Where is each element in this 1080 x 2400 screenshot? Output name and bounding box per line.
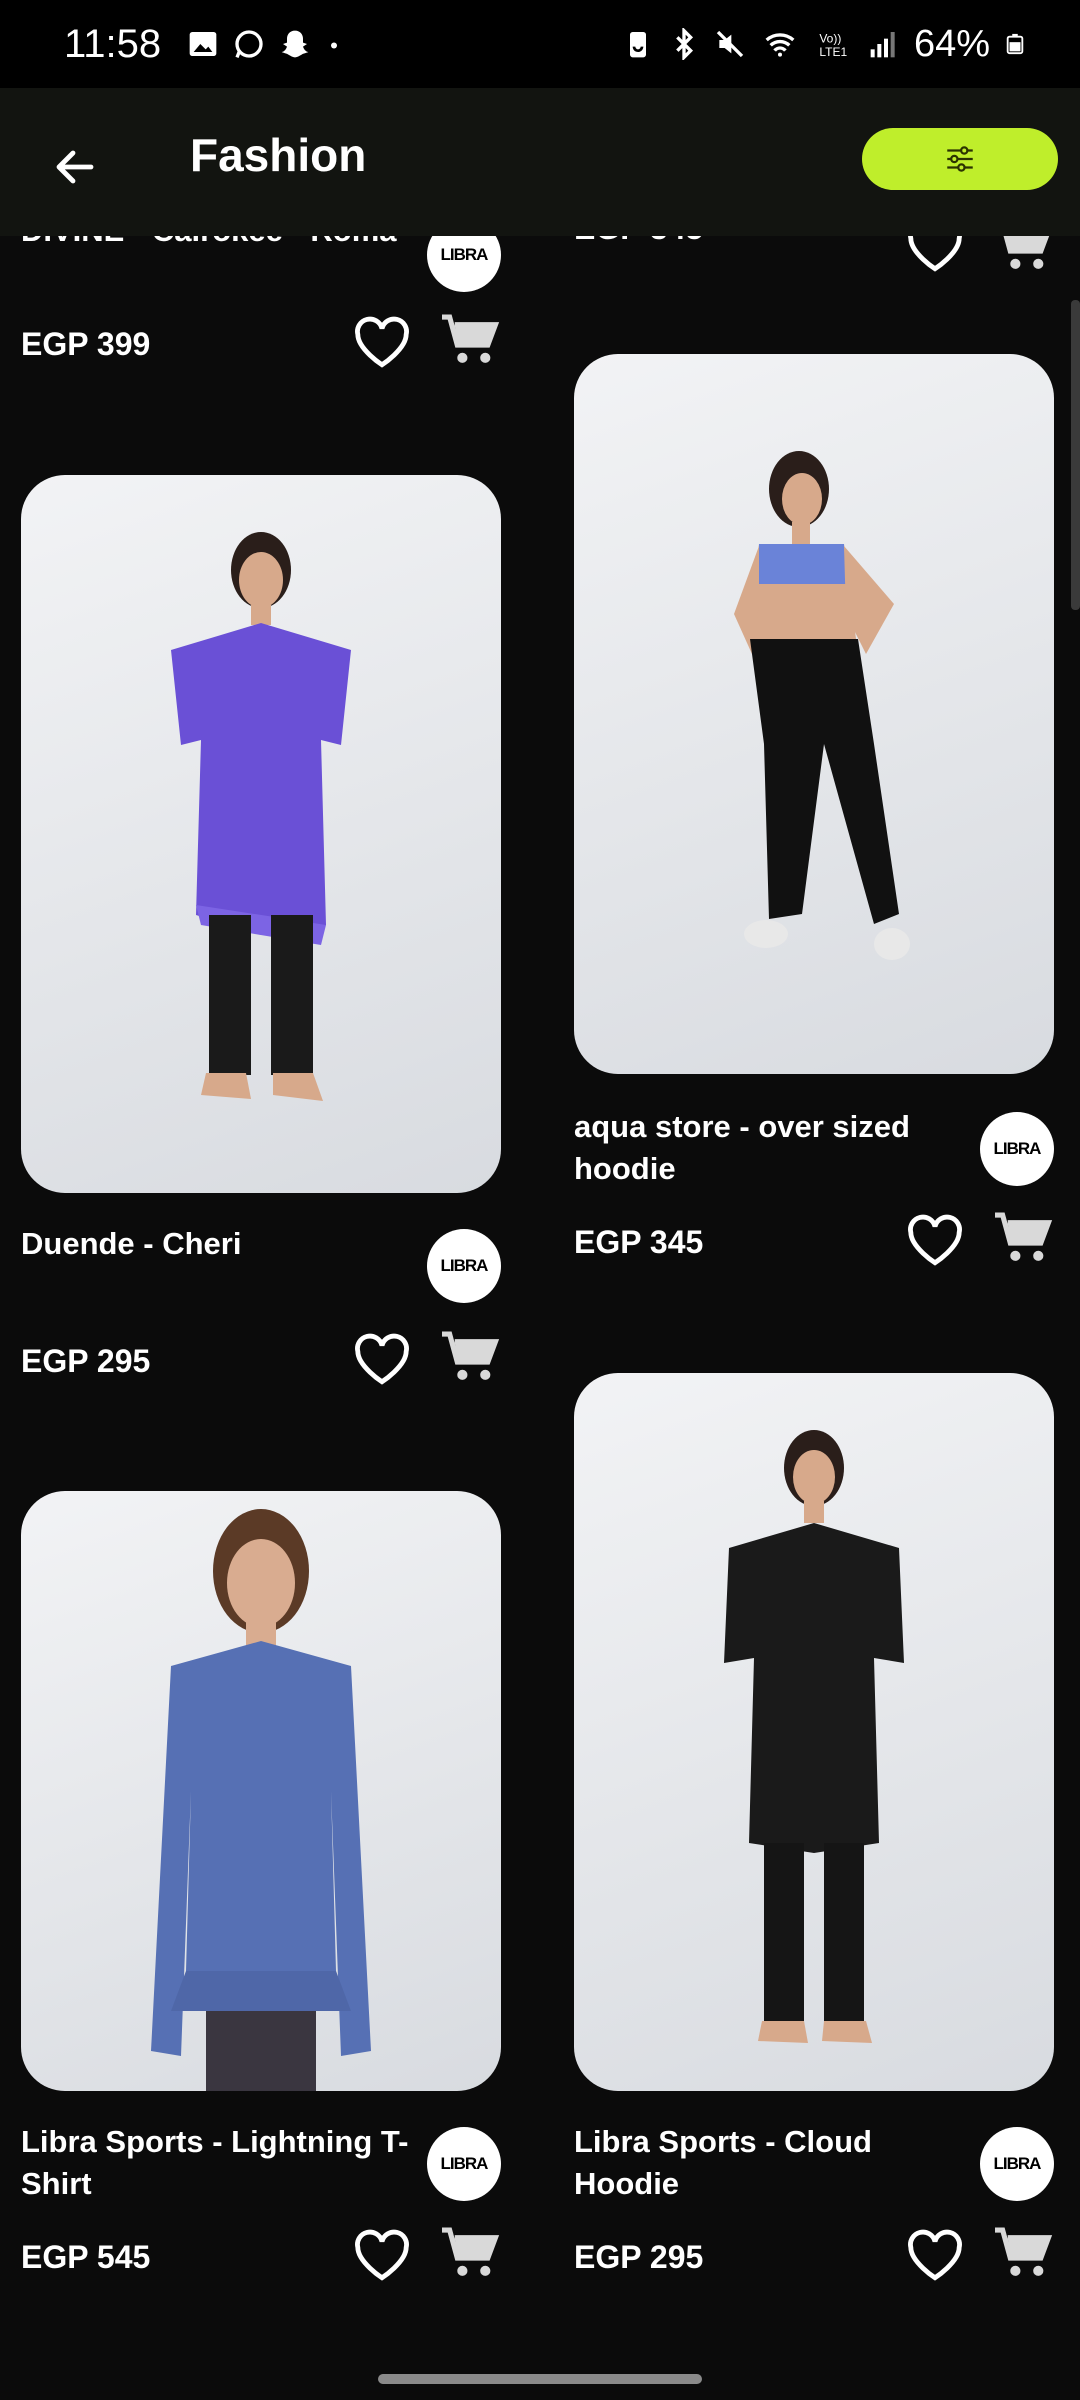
battery-percentage: 64% (913, 22, 990, 65)
heart-icon[interactable] (353, 316, 411, 370)
model-sports-bra-image (734, 451, 910, 960)
snapchat-icon (281, 30, 309, 58)
heart-icon[interactable] (906, 1214, 964, 1268)
clock: 11:58 (64, 21, 162, 66)
model-blue-longsleeve-image (151, 1509, 371, 2091)
whatsapp-icon (235, 30, 263, 58)
app-bar: Fashion (0, 88, 1080, 236)
product-image[interactable] (21, 1491, 501, 2091)
brand-logo: LIBRA (980, 1112, 1054, 1186)
brand-logo: LIBRA (980, 2127, 1054, 2201)
product-price: EGP 295 (21, 1343, 151, 1379)
heart-icon[interactable] (353, 1333, 411, 1387)
arrow-left-icon (56, 150, 94, 184)
product-name: Duende - Cheri (21, 1226, 242, 1261)
cart-icon[interactable] (439, 312, 501, 368)
scrollbar[interactable] (1071, 300, 1080, 610)
heart-icon[interactable] (353, 2229, 411, 2283)
model-purple-tunic-image (171, 532, 351, 1101)
product-name: aqua store - over sized hoodie (574, 1109, 910, 1186)
home-indicator[interactable] (378, 2374, 702, 2384)
product-grid: DIVINE - Cairokee - Roma LIBRA EGP 399 E… (0, 0, 1080, 2400)
heart-icon[interactable] (906, 2229, 964, 2283)
product-image[interactable] (574, 354, 1054, 1074)
brand-logo: LIBRA (427, 1229, 501, 1303)
product-image[interactable] (574, 1373, 1054, 2091)
mute-icon (716, 30, 744, 58)
filter-button[interactable] (862, 128, 1058, 190)
page-title: Fashion (190, 129, 367, 181)
notification-dot-icon (331, 42, 338, 49)
signal-icon (870, 32, 895, 58)
cart-icon[interactable] (439, 2225, 501, 2281)
product-name: Libra Sports - Lightning T-Shirt (21, 2124, 409, 2201)
cart-icon[interactable] (992, 1210, 1054, 1266)
gallery-icon (189, 32, 217, 56)
battery-icon (1006, 33, 1024, 55)
battery-saver-icon (629, 32, 646, 58)
volte-icon: Vo))LTE1 (819, 32, 847, 59)
product-name: Libra Sports - Cloud Hoodie (574, 2124, 872, 2201)
cart-icon[interactable] (992, 2225, 1054, 2281)
status-bar: 11:58 Vo)) LTE1 64% (0, 0, 1080, 88)
bluetooth-icon (676, 28, 693, 60)
brand-logo: LIBRA (427, 2127, 501, 2201)
wifi-icon (765, 33, 795, 57)
cart-icon[interactable] (439, 1329, 501, 1385)
product-image[interactable] (21, 475, 501, 1193)
product-price: EGP 399 (21, 326, 151, 362)
product-price: EGP 345 (574, 1224, 704, 1260)
product-price: EGP 545 (21, 2239, 151, 2275)
svg-text:LTE1: LTE1 (819, 45, 847, 59)
sliders-icon (947, 146, 973, 172)
model-black-poncho-image (724, 1430, 904, 2043)
back-button[interactable] (40, 132, 110, 202)
product-price: EGP 295 (574, 2239, 704, 2275)
svg-text:Vo)): Vo)) (819, 32, 841, 46)
